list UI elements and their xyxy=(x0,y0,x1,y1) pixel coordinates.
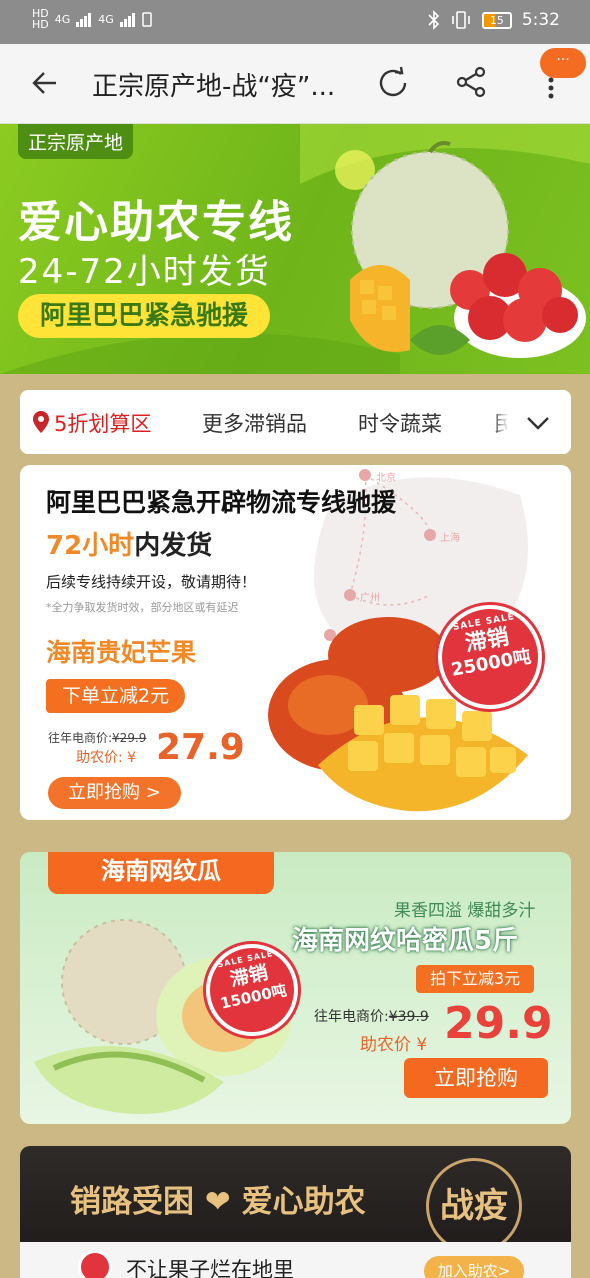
delivery-rest: 内发货 xyxy=(134,531,213,561)
old-price-value: ¥39.9 xyxy=(388,1009,429,1025)
notification-badge[interactable]: ··· xyxy=(540,48,586,78)
battery-icon: 15 xyxy=(481,11,512,29)
share-icon[interactable] xyxy=(454,64,490,100)
card2-discount-tag: 拍下立减3元 xyxy=(416,965,535,993)
card2-old-price: 往年电商价:¥39.9 xyxy=(314,1006,429,1026)
card1-buy-button[interactable]: 立即抢购 > xyxy=(48,777,181,809)
mango-promo-card[interactable]: 北京 上海 广州 海南 阿里巴巴紧急开辟物流专线驰援 72小时内发货 后续专线持… xyxy=(20,465,571,820)
old-price-value: ¥29.9 xyxy=(112,731,147,745)
old-price-label: 往年电商价: xyxy=(314,1009,389,1025)
map-label-shanghai: 上海 xyxy=(440,531,460,544)
chevron-down-icon xyxy=(527,417,549,430)
help-farmers-card[interactable]: 销路受困 ❤ 爱心助农 战疫 不让果子烂在地里 加入助农> xyxy=(20,1146,571,1278)
vibrate-icon xyxy=(452,11,470,29)
hd-indicator-2: HD xyxy=(32,18,49,31)
refresh-icon[interactable] xyxy=(374,64,412,102)
card1-disclaimer: *全力争取发货时效，部分地区或有延迟 xyxy=(46,601,239,614)
hero-banner: 正宗原产地 爱心助农专线 24-72小时发货 阿里巴巴紧急驰援 xyxy=(0,124,590,374)
fruit-illustration xyxy=(335,141,586,358)
clock: 5:32 xyxy=(521,10,560,30)
status-bar: HD HD 4G 4G 15 5:32 xyxy=(0,0,590,44)
card3-title-left: 销路受困 xyxy=(70,1184,194,1220)
tabs-expand-button[interactable] xyxy=(507,390,571,454)
brand-logo-icon xyxy=(78,1250,112,1278)
signal-icon xyxy=(119,13,135,27)
hero-subline: 24-72小时发货 xyxy=(18,252,271,292)
map-label-guangzhou: 广州 xyxy=(360,592,380,604)
join-button[interactable]: 加入助农> xyxy=(424,1256,524,1278)
category-tabs: 5折划算区 更多滞销品 时令蔬菜 民 xyxy=(20,390,571,454)
card2-price-label: 助农价 ¥ xyxy=(360,1035,428,1055)
signal-icon xyxy=(76,13,92,27)
tab-more-unsold[interactable]: 更多滞销品 xyxy=(202,408,307,438)
card1-note: 后续专线持续开设，敬请期待！ xyxy=(46,573,257,591)
card1-old-price: 往年电商价:¥29.9 xyxy=(48,729,146,746)
heart-icon: ❤ xyxy=(204,1184,231,1220)
tab-seasonal-vegetables[interactable]: 时令蔬菜 xyxy=(358,408,442,438)
delivery-highlight: 72小时 xyxy=(46,531,135,561)
hero-pill: 阿里巴巴紧急驰援 xyxy=(18,294,271,338)
card2-subtitle: 果香四溢 爆甜多汁 xyxy=(394,901,536,921)
card3-badge: 战疫 xyxy=(426,1158,522,1254)
card1-delivery: 72小时内发货 xyxy=(46,525,212,562)
bluetooth-icon xyxy=(428,10,439,30)
card2-product-name: 海南网纹哈密瓜5斤 xyxy=(292,926,519,956)
card2-buy-button[interactable]: 立即抢购 xyxy=(404,1058,548,1098)
network-type-1: 4G xyxy=(54,12,71,26)
back-arrow-icon[interactable] xyxy=(28,66,62,100)
card3-title: 销路受困 ❤ 爱心助农 xyxy=(70,1176,366,1221)
card3-title-right: 爱心助农 xyxy=(241,1184,366,1220)
origin-label: 正宗原产地 xyxy=(18,124,134,159)
old-price-label: 往年电商价: xyxy=(48,731,113,745)
card1-discount-tag: 下单立减2元 xyxy=(46,679,186,713)
card1-price-label: 助农价: ¥ xyxy=(76,750,137,766)
network-type-2: 4G xyxy=(98,12,114,26)
card1-product-name: 海南贵妃芒果 xyxy=(46,638,197,667)
nav-bar: 正宗原产地-战“疫”... ··· xyxy=(0,44,590,124)
sim-icon xyxy=(142,11,152,27)
card2-head-tag: 海南网纹瓜 xyxy=(48,852,274,894)
card3-message: 不让果子烂在地里 xyxy=(126,1258,294,1278)
card2-price: 29.9 xyxy=(444,998,553,1049)
page-title: 正宗原产地-战“疫”... xyxy=(92,72,336,102)
card1-title: 阿里巴巴紧急开辟物流专线驰援 xyxy=(46,488,397,517)
hero-headline: 爱心助农专线 xyxy=(18,197,294,248)
tab-half-price[interactable]: 5折划算区 xyxy=(54,408,151,438)
card1-price: 27.9 xyxy=(156,727,245,768)
location-pin-icon xyxy=(33,411,49,433)
melon-promo-card[interactable]: 海南网纹瓜 果香四溢 爆甜多汁 海南网纹哈密瓜5斤 拍下立减3元 往年电商价:¥… xyxy=(20,852,571,1124)
